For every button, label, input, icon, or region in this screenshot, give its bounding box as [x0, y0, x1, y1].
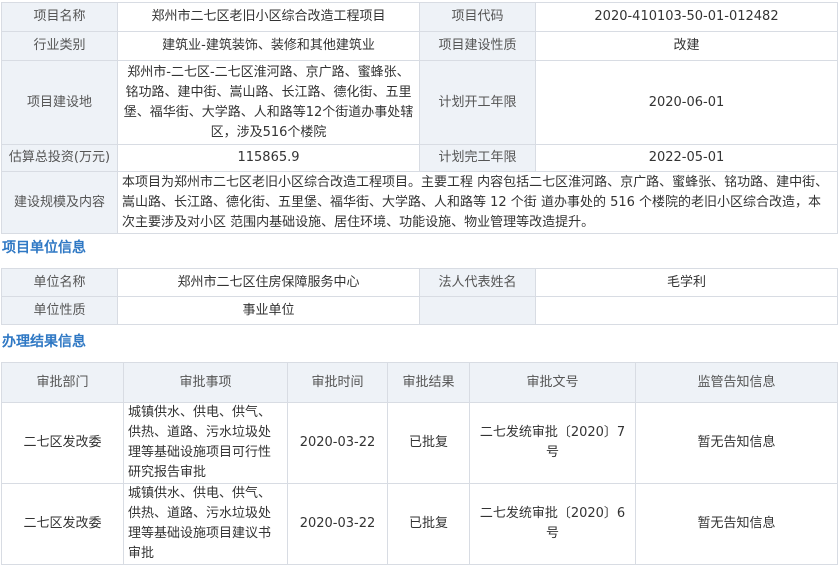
unit-name-label: 单位名称: [1, 268, 118, 297]
project-code-value: 2020-410103-50-01-012482: [535, 2, 838, 32]
location-value: 郑州市-二七区-二七区淮河路、京广路、蜜蜂张、铭功路、建中街、嵩山路、长江路、德…: [117, 60, 420, 145]
legal-rep-label: 法人代表姓名: [419, 268, 536, 297]
location-label: 项目建设地: [1, 60, 118, 145]
column-header-item: 审批事项: [123, 362, 288, 403]
investment-value: 115865.9: [117, 144, 420, 172]
unit-name-value: 郑州市二七区住房保障服务中心: [117, 268, 420, 297]
project-code-label: 项目代码: [419, 2, 536, 32]
project-name-value: 郑州市二七区老旧小区综合改造工程项目: [117, 2, 420, 32]
empty-label-cell: [419, 296, 536, 325]
row-date: 2020-03-22: [287, 402, 388, 484]
row-doc-no: 二七发统审批〔2020〕7号: [469, 402, 636, 484]
table-row: 二七区发改委 城镇供水、供电、供气、供热、道路、污水垃圾处理等基础设施项目建议书…: [1, 483, 838, 565]
row-notice: 暂无告知信息: [635, 402, 838, 484]
project-name-label: 项目名称: [1, 2, 118, 32]
industry-label: 行业类别: [1, 31, 118, 61]
row-notice: 暂无告知信息: [635, 483, 838, 565]
scope-label: 建设规模及内容: [1, 171, 118, 234]
table-row: 二七区发改委 城镇供水、供电、供气、供热、道路、污水垃圾处理等基础设施项目可行性…: [1, 402, 838, 484]
unit-type-value: 事业单位: [117, 296, 420, 325]
row-dept: 二七区发改委: [1, 402, 124, 484]
column-header-notice: 监管告知信息: [635, 362, 838, 403]
end-date-value: 2022-05-01: [535, 144, 838, 172]
column-header-result: 审批结果: [387, 362, 470, 403]
start-date-value: 2020-06-01: [535, 60, 838, 145]
row-doc-no: 二七发统审批〔2020〕6号: [469, 483, 636, 565]
nature-value: 改建: [535, 31, 838, 61]
row-dept: 二七区发改委: [1, 483, 124, 565]
unit-section-title: 项目单位信息: [2, 240, 86, 256]
row-date: 2020-03-22: [287, 483, 388, 565]
start-date-label: 计划开工年限: [419, 60, 536, 145]
result-table: 审批部门 审批事项 审批时间 审批结果 审批文号 监管告知信息 二七区发改委 城…: [1, 362, 838, 565]
end-date-label: 计划完工年限: [419, 144, 536, 172]
scope-value: 本项目为郑州市二七区老旧小区综合改造工程项目。主要工程 内容包括二七区淮河路、京…: [117, 171, 838, 234]
result-section-title: 办理结果信息: [2, 334, 86, 350]
unit-type-label: 单位性质: [1, 296, 118, 325]
row-result: 已批复: [387, 483, 470, 565]
empty-value-cell: [535, 296, 838, 325]
unit-info-table: 单位名称 郑州市二七区住房保障服务中心 法人代表姓名 毛学利 单位性质 事业单位: [1, 268, 838, 325]
column-header-doc-no: 审批文号: [469, 362, 636, 403]
row-item: 城镇供水、供电、供气、供热、道路、污水垃圾处理等基础设施项目可行性研究报告审批: [123, 402, 288, 484]
row-result: 已批复: [387, 402, 470, 484]
legal-rep-value: 毛学利: [535, 268, 838, 297]
column-header-dept: 审批部门: [1, 362, 124, 403]
row-item: 城镇供水、供电、供气、供热、道路、污水垃圾处理等基础设施项目建议书审批: [123, 483, 288, 565]
industry-value: 建筑业-建筑装饰、装修和其他建筑业: [117, 31, 420, 61]
investment-label: 估算总投资(万元): [1, 144, 118, 172]
nature-label: 项目建设性质: [419, 31, 536, 61]
column-header-date: 审批时间: [287, 362, 388, 403]
project-info-table: 项目名称 郑州市二七区老旧小区综合改造工程项目 项目代码 2020-410103…: [1, 2, 838, 234]
